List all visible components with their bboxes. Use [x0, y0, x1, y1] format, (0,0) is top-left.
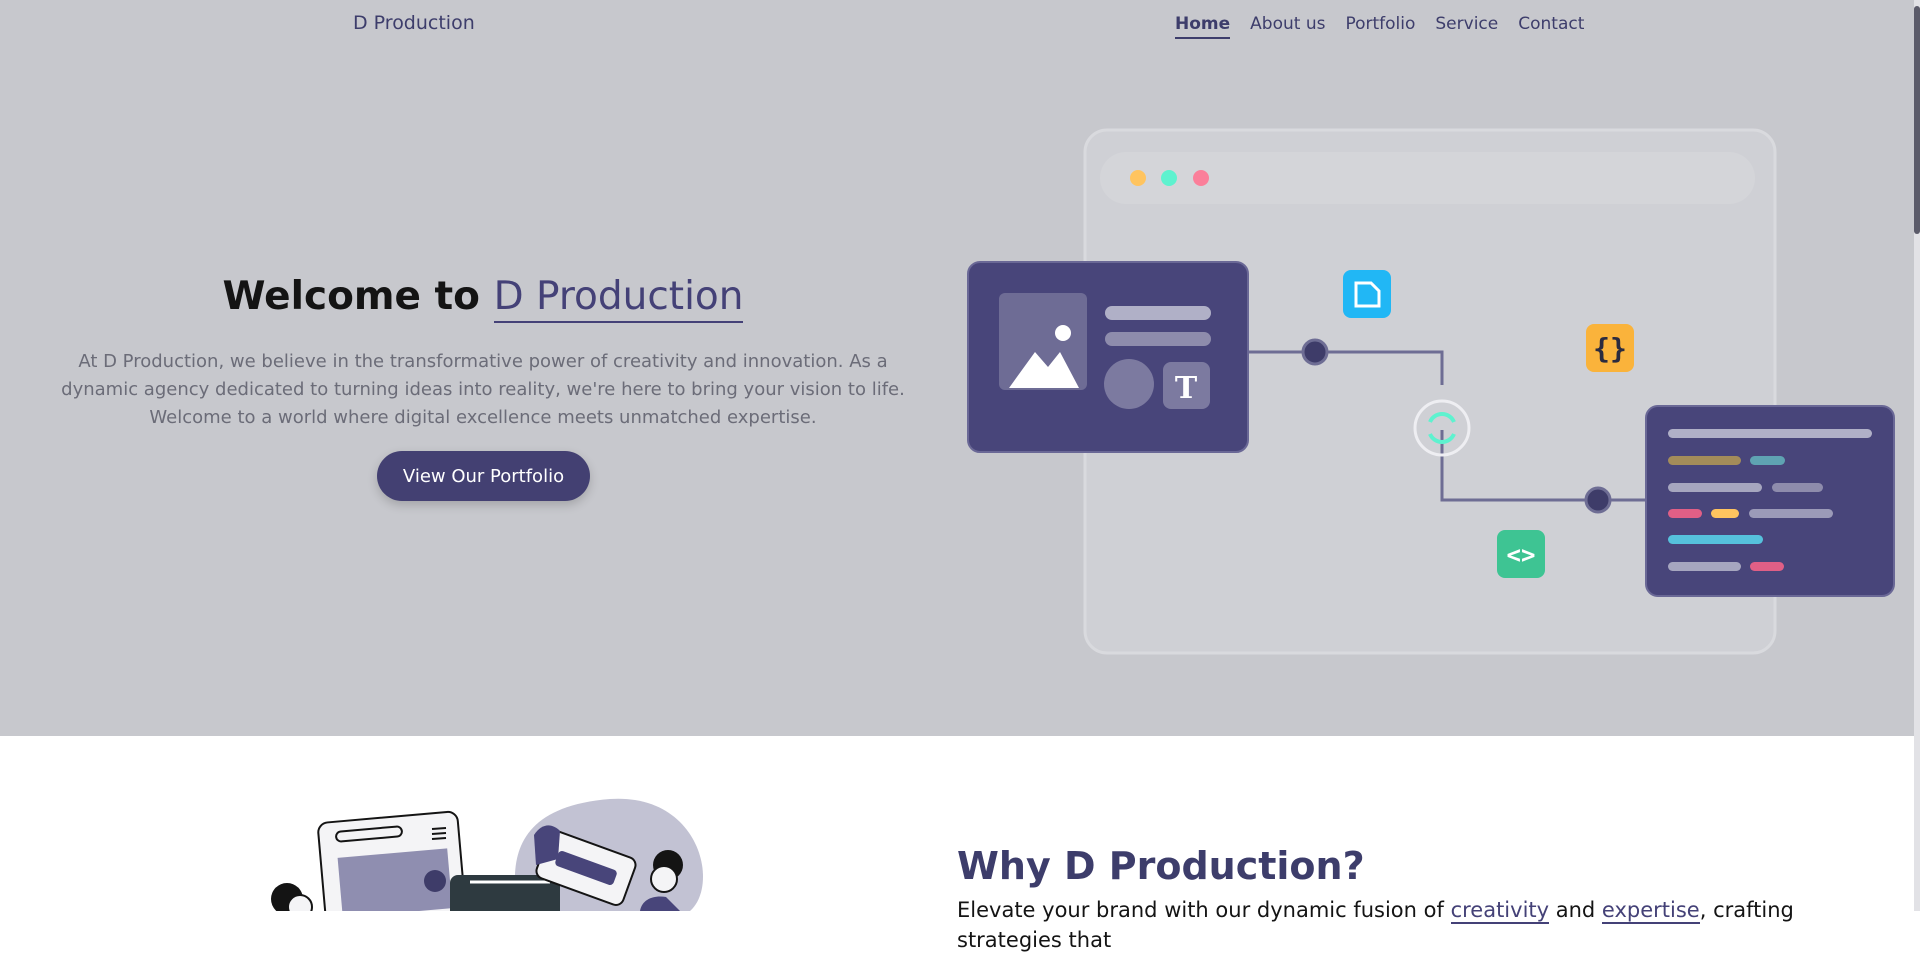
brand-logo[interactable]: D Production	[353, 12, 475, 34]
window-dot-yellow	[1130, 170, 1146, 186]
code-line	[1668, 456, 1741, 465]
file-badge	[1343, 270, 1391, 318]
view-portfolio-button[interactable]: View Our Portfolio	[377, 451, 590, 501]
why-highlight-creativity: creativity	[1450, 898, 1550, 924]
code-line	[1668, 535, 1763, 544]
image-icon-sun	[1055, 325, 1071, 341]
shape-circle	[1104, 359, 1154, 409]
avatar-circle	[424, 870, 446, 892]
connector-node	[1584, 486, 1612, 514]
why-description: Elevate your brand with our dynamic fusi…	[957, 895, 1897, 955]
hero-title-prefix: Welcome to	[222, 274, 480, 320]
code-line	[1668, 562, 1741, 571]
code-line	[1772, 483, 1823, 492]
hero-title-brand: D Production	[493, 274, 744, 324]
connector-node	[1301, 338, 1329, 366]
person-right-face	[650, 865, 678, 893]
text-tile-label: T	[1175, 371, 1198, 406]
code-line	[1750, 456, 1785, 465]
window-dot-green	[1161, 170, 1177, 186]
why-text-part: Elevate your brand with our dynamic fusi…	[957, 898, 1451, 922]
text-line	[1105, 306, 1211, 320]
person-left-face	[287, 894, 313, 911]
code-line	[1668, 429, 1872, 438]
code-line	[1668, 483, 1762, 492]
why-title: Why D Production?	[957, 843, 1365, 888]
why-text-part: and	[1549, 898, 1602, 922]
braces-icon: {}	[1593, 332, 1627, 365]
hero-title: Welcome to D Production	[0, 274, 966, 324]
nav-home[interactable]: Home	[1175, 14, 1231, 39]
character-arm	[534, 825, 560, 865]
code-tag-icon: <>	[1507, 541, 1536, 569]
scrollbar-thumb[interactable]	[1914, 6, 1920, 234]
hero-illustration: T {} <>	[967, 128, 1895, 655]
code-line	[1668, 509, 1702, 518]
hero-description: At D Production, we believe in the trans…	[61, 351, 905, 428]
nav-service[interactable]: Service	[1435, 14, 1498, 39]
nav-portfolio[interactable]: Portfolio	[1345, 14, 1415, 39]
chat-card	[450, 875, 560, 911]
nav-about[interactable]: About us	[1250, 14, 1325, 39]
nav-contact[interactable]: Contact	[1518, 14, 1584, 39]
why-illustration	[271, 798, 704, 911]
code-line	[1749, 509, 1833, 518]
code-line	[1750, 562, 1784, 571]
main-nav: Home About us Portfolio Service Contact	[1175, 14, 1584, 39]
why-highlight-expertise: expertise	[1601, 898, 1700, 924]
window-dot-red	[1193, 170, 1209, 186]
code-line	[1711, 509, 1739, 518]
text-line	[1105, 332, 1211, 346]
